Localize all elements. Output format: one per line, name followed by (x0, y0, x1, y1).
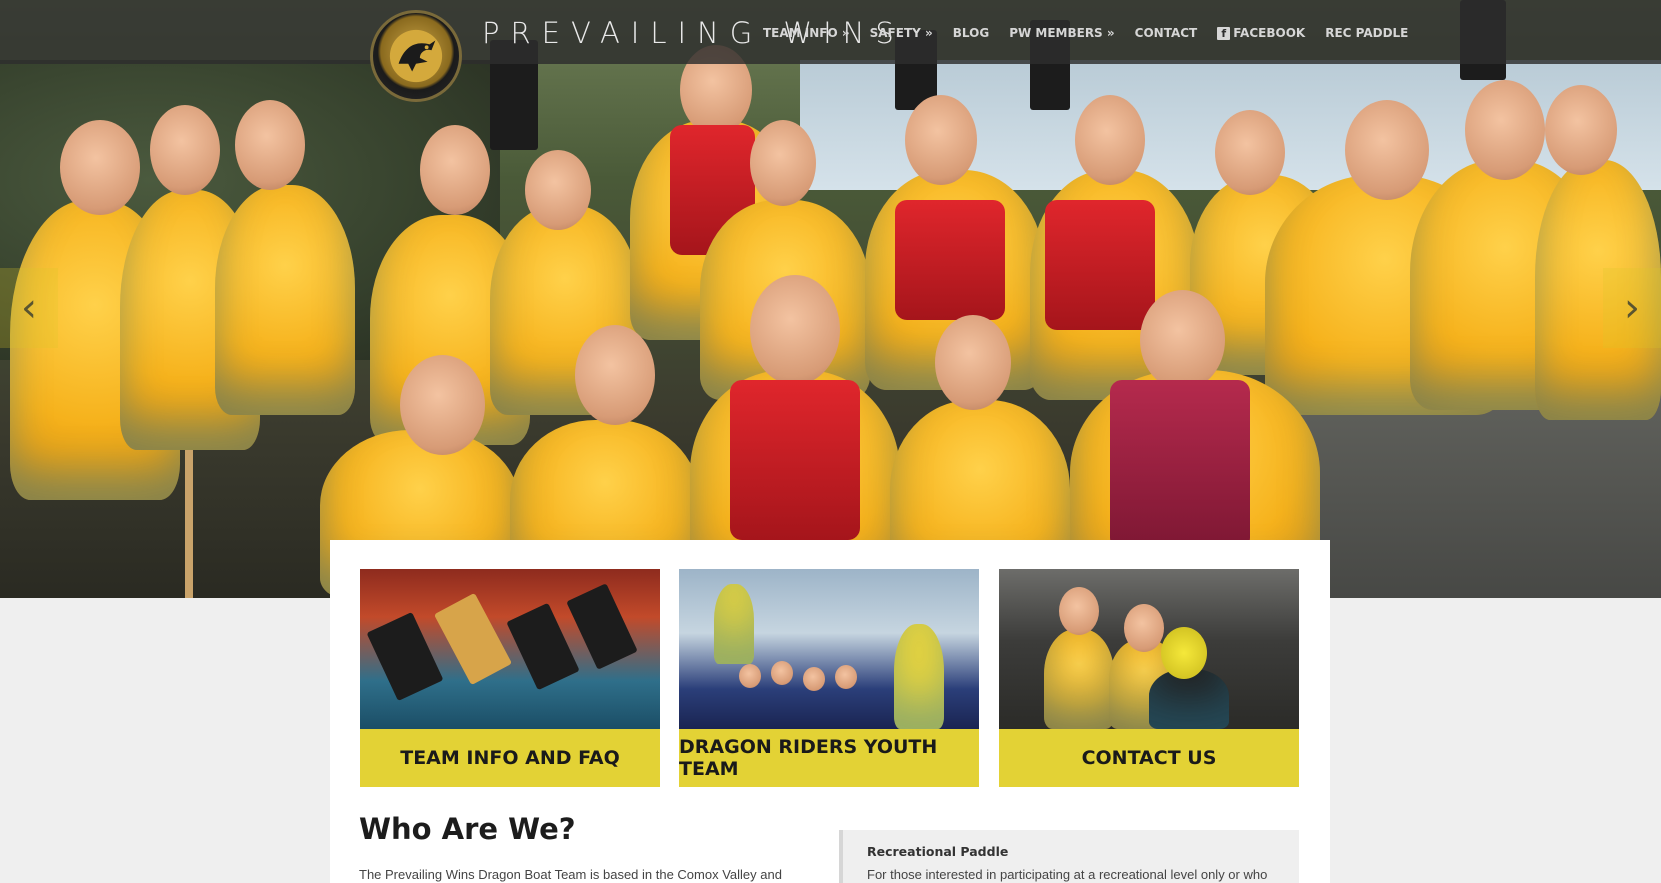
about-heading: Who Are We? (359, 812, 576, 846)
card-contact[interactable]: CONTACT US (999, 569, 1299, 787)
steerer (714, 584, 754, 664)
nav-pw-members[interactable]: PW MEMBERS » (1009, 26, 1114, 40)
team-member-head (1161, 627, 1207, 679)
main-nav: TEAM INFO » SAFETY » BLOG PW MEMBERS » C… (763, 26, 1428, 40)
team-member-head (400, 355, 485, 455)
rec-paddle-title: Recreational Paddle (867, 844, 1009, 859)
card-image-team-fun[interactable] (999, 569, 1299, 729)
team-member (215, 185, 355, 415)
paddle-blade (433, 592, 513, 686)
dragon-logo[interactable] (370, 10, 462, 102)
team-member-head (1545, 85, 1617, 175)
slider-prev-button[interactable]: ‹ (0, 268, 58, 348)
team-member-head (750, 275, 840, 385)
chevron-left-icon: ‹ (21, 285, 37, 331)
team-member-head (1140, 290, 1225, 390)
team-member-head (1465, 80, 1545, 180)
about-text: The Prevailing Wins Dragon Boat Team is … (359, 867, 782, 882)
slider-next-button[interactable]: › (1603, 268, 1661, 348)
nav-team-info[interactable]: TEAM INFO » (763, 26, 850, 40)
team-member-head (525, 150, 591, 230)
team-member-head (150, 105, 220, 195)
team-member-head (1345, 100, 1429, 200)
team-member-head (1075, 95, 1145, 185)
life-vest (1045, 200, 1155, 330)
card-image-youth-boat[interactable] (679, 569, 979, 729)
life-vest (895, 200, 1005, 320)
rider-head (739, 664, 761, 688)
paddle-blade (506, 602, 580, 691)
rec-paddle-text: For those interested in participating at… (867, 867, 1268, 882)
life-vest (730, 380, 860, 540)
team-member-head (420, 125, 490, 215)
dragon-riders-youth-team-button[interactable]: DRAGON RIDERS YOUTH TEAM (679, 729, 979, 787)
nav-contact[interactable]: CONTACT (1135, 26, 1198, 40)
team-member-head (60, 120, 140, 215)
nav-facebook-label: FACEBOOK (1233, 26, 1306, 40)
card-team-info[interactable]: TEAM INFO AND FAQ (360, 569, 660, 787)
nav-blog[interactable]: BLOG (953, 26, 989, 40)
team-member-head (575, 325, 655, 425)
team-member-head (905, 95, 977, 185)
team-member-head (235, 100, 305, 190)
paddle-blade (566, 583, 638, 670)
rider-head (803, 667, 825, 691)
nav-safety[interactable]: SAFETY » (870, 26, 933, 40)
coach (894, 624, 944, 729)
card-youth-team[interactable]: DRAGON RIDERS YOUTH TEAM (679, 569, 979, 787)
hero-slider (0, 0, 1661, 598)
team-member-head (1059, 587, 1099, 635)
nav-rec-paddle[interactable]: REC PADDLE (1325, 26, 1408, 40)
content-panel: TEAM INFO AND FAQ DRAGON RIDERS YOUTH TE… (330, 540, 1330, 883)
nav-facebook[interactable]: f FACEBOOK (1217, 26, 1305, 40)
dragon-icon (389, 29, 443, 83)
team-member-head (1124, 604, 1164, 652)
card-image-paddlers[interactable] (360, 569, 660, 729)
chevron-right-icon: › (1624, 285, 1640, 331)
team-member-head (750, 120, 816, 206)
rider-head (771, 661, 793, 685)
rec-paddle-callout: Recreational Paddle For those interested… (839, 830, 1299, 883)
team-member-head (935, 315, 1011, 410)
rider-head (835, 665, 857, 689)
team-member (1044, 629, 1114, 729)
life-vest (1110, 380, 1250, 550)
team-member-head (1215, 110, 1285, 195)
team-info-faq-button[interactable]: TEAM INFO AND FAQ (360, 729, 660, 787)
paddle-blade (366, 611, 444, 702)
facebook-icon: f (1217, 26, 1231, 40)
contact-us-button[interactable]: CONTACT US (999, 729, 1299, 787)
